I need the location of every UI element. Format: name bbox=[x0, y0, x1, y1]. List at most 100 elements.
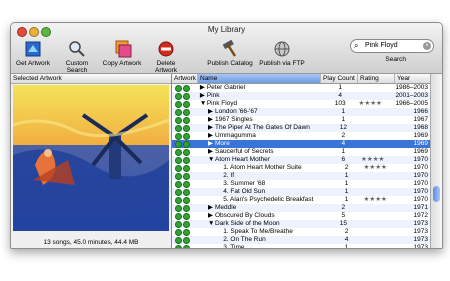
name-cell: ▶ Peter Gabriel bbox=[198, 84, 322, 92]
table-row[interactable]: ▼Pink Floyd 103 ★★★★ 1966–2005 bbox=[172, 100, 431, 108]
disclosure-triangle-icon[interactable]: ▶ bbox=[208, 116, 215, 124]
rating-cell bbox=[361, 212, 396, 220]
table-row[interactable]: 4. Fat Old Sun 1 1970 bbox=[172, 188, 431, 196]
publish-ftp-button[interactable]: Publish via FTP bbox=[259, 39, 305, 67]
disclosure-triangle-icon[interactable]: ▶ bbox=[208, 148, 215, 156]
status-dot-icon bbox=[183, 156, 190, 164]
disclosure-triangle-icon[interactable]: ▶ bbox=[200, 92, 207, 100]
column-year[interactable]: Year bbox=[395, 74, 431, 83]
delete-artwork-label: Delete Artwork bbox=[154, 60, 178, 74]
column-artwork[interactable]: Artwork bbox=[172, 74, 198, 83]
rating-cell: ★★★★ bbox=[363, 196, 387, 203]
year-cell: 1971 bbox=[413, 204, 428, 211]
scroll-thumb[interactable] bbox=[433, 186, 440, 202]
disclosure-triangle-icon[interactable]: ▼ bbox=[208, 156, 215, 164]
search-input[interactable]: Pink Floyd bbox=[365, 42, 398, 49]
get-artwork-label: Get Artwork bbox=[16, 60, 50, 67]
table-row[interactable]: 2. If 1 1970 bbox=[172, 172, 431, 180]
table-row[interactable]: ▶ 1967 Singles 1 1967 bbox=[172, 116, 431, 124]
play-count-cell: 15 bbox=[339, 220, 347, 227]
table-row[interactable]: 1. Atom Heart Mother Suite 2 ★★★★ 1970 bbox=[172, 164, 431, 172]
table-row[interactable]: ▼Atom Heart Mother 6 ★★★★ 1970 bbox=[172, 156, 431, 164]
row-name: 2. On The Run bbox=[223, 236, 266, 243]
row-name: 1. Atom Heart Mother Suite bbox=[223, 164, 302, 171]
year-cell: 1970 bbox=[413, 172, 429, 179]
table-row[interactable]: 3. Time 1 1973 bbox=[172, 244, 431, 248]
name-cell: 2. On The Run bbox=[196, 236, 329, 244]
disclosure-triangle-icon[interactable]: ▶ bbox=[208, 132, 215, 140]
play-count-cell: 1 bbox=[344, 196, 349, 203]
table-row[interactable]: 1. Speak To Me/Breathe 2 1973 bbox=[172, 228, 431, 236]
row-name: Meddle bbox=[215, 204, 237, 211]
row-name: 2. If bbox=[223, 172, 235, 179]
table-row[interactable]: ▶ Meddle 2 1971 bbox=[172, 204, 431, 212]
row-name: 1. Speak To Me/Breathe bbox=[223, 228, 293, 235]
disclosure-triangle-icon[interactable]: ▶ bbox=[208, 108, 215, 116]
disclosure-triangle-icon[interactable]: ▶ bbox=[208, 212, 215, 220]
publish-catalog-button[interactable]: Publish Catalog bbox=[207, 39, 253, 67]
artwork-status bbox=[172, 140, 197, 148]
publish-catalog-label: Publish Catalog bbox=[207, 60, 253, 67]
table-row[interactable]: 5. Alan's Psychedelic Breakfast 1 ★★★★ 1970 bbox=[172, 196, 431, 204]
table-row[interactable]: ▶ Obscured By Clouds 5 1972 bbox=[172, 212, 431, 220]
row-name: Ummagumma bbox=[215, 132, 256, 139]
disclosure-triangle-icon[interactable]: ▶ bbox=[208, 140, 215, 148]
status-dot-icon bbox=[183, 148, 190, 156]
table-row[interactable]: ▶ Pink 4 2001–2003 bbox=[172, 92, 431, 100]
search-field[interactable]: ⌕ Pink Floyd × bbox=[350, 39, 434, 53]
vertical-scrollbar[interactable] bbox=[430, 74, 442, 248]
name-cell: 4. Fat Old Sun bbox=[196, 188, 329, 196]
custom-search-button[interactable]: Custom Search bbox=[55, 39, 99, 74]
column-rating[interactable]: Rating bbox=[358, 74, 395, 83]
disclosure-triangle-icon[interactable]: ▼ bbox=[200, 100, 207, 108]
copy-artwork-button[interactable]: Copy Artwork bbox=[101, 39, 143, 67]
get-artwork-button[interactable]: Get Artwork bbox=[13, 39, 53, 67]
rating-cell bbox=[364, 244, 398, 248]
status-dot-icon bbox=[183, 212, 190, 220]
table-row[interactable]: ▶ The Piper At The Gates Of Dawn 12 1968 bbox=[172, 124, 431, 132]
delete-artwork-button[interactable]: Delete Artwork bbox=[145, 39, 187, 74]
table-rows: ▶ Peter Gabriel 1 1986–2003 ▶ Pink 4 2001–2003 ▼… bbox=[172, 84, 431, 248]
play-count-cell: 2 bbox=[341, 132, 346, 139]
name-cell: ▶ 1967 Singles bbox=[197, 116, 326, 124]
clear-search-icon[interactable]: × bbox=[423, 42, 431, 50]
row-name: Dark Side of the Moon bbox=[215, 220, 280, 227]
disclosure-triangle-icon[interactable]: ▶ bbox=[208, 124, 215, 132]
status-dot-icon bbox=[183, 180, 190, 188]
play-count-cell: 12 bbox=[339, 124, 347, 131]
year-cell: 1969 bbox=[413, 140, 428, 147]
magnifier-icon bbox=[67, 39, 87, 59]
table-row[interactable]: 3. Summer '68 1 1970 bbox=[172, 180, 431, 188]
table-row[interactable]: ▶ London '66-'67 1 1966 bbox=[172, 108, 431, 116]
table-row[interactable]: 2. On The Run 4 1973 bbox=[172, 236, 431, 244]
play-count-cell: 4 bbox=[338, 92, 342, 99]
status-dot-icon bbox=[183, 220, 190, 228]
artwork-status bbox=[172, 132, 197, 140]
name-cell: ▼Pink Floyd bbox=[198, 100, 322, 108]
table-row[interactable]: ▶ Saucerful of Secrets 1 1969 bbox=[172, 148, 431, 156]
column-name[interactable]: Name bbox=[198, 74, 321, 83]
column-play-count[interactable]: Play Count bbox=[321, 74, 358, 83]
disclosure-triangle-icon[interactable]: ▶ bbox=[208, 204, 215, 212]
disclosure-triangle-icon[interactable]: ▼ bbox=[208, 220, 215, 228]
play-count-cell: 5 bbox=[341, 212, 346, 219]
selected-artwork-header: Selected Artwork bbox=[11, 74, 171, 84]
status-dot-icon bbox=[175, 188, 182, 196]
year-cell: 1969 bbox=[413, 132, 428, 139]
artwork-status bbox=[172, 84, 198, 92]
table-row[interactable]: ▼Dark Side of the Moon 15 1973 bbox=[172, 220, 431, 228]
status-dot-icon bbox=[183, 172, 190, 180]
row-name: 5. Alan's Psychedelic Breakfast bbox=[223, 196, 314, 203]
table-row[interactable]: ▶ More 4 1969 bbox=[172, 140, 431, 148]
year-cell: 1973 bbox=[413, 220, 428, 227]
name-cell: ▶ Obscured By Clouds bbox=[197, 212, 326, 220]
library-table[interactable]: Artwork Name Play Count Rating Year ▶ Pet… bbox=[172, 74, 431, 248]
table-row[interactable]: ▶ Peter Gabriel 1 1986–2003 bbox=[172, 84, 431, 92]
row-name: 1967 Singles bbox=[215, 116, 253, 123]
artwork-status bbox=[172, 172, 196, 180]
name-cell: ▶ Saucerful of Secrets bbox=[197, 148, 326, 156]
rating-cell bbox=[359, 92, 396, 100]
status-dot-icon bbox=[175, 236, 182, 244]
table-row[interactable]: ▶ Ummagumma 2 1969 bbox=[172, 132, 431, 140]
disclosure-triangle-icon[interactable]: ▶ bbox=[200, 84, 207, 92]
